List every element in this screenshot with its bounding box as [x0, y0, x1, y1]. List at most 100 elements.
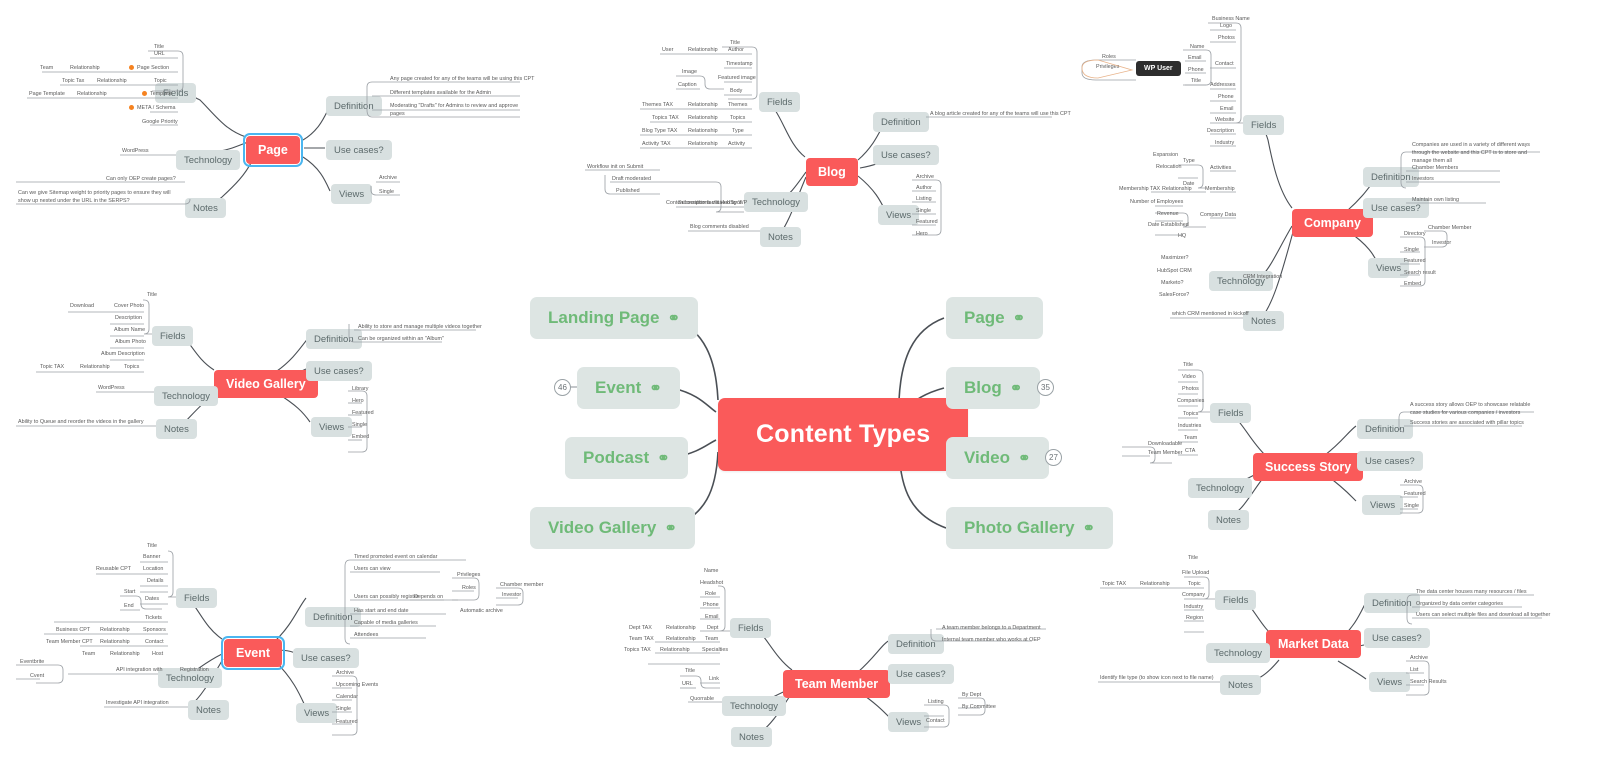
leaf-company-type-relocation[interactable]: Relocation	[1154, 164, 1183, 173]
leaf-md-field-0[interactable]: Title	[1186, 555, 1200, 564]
branch-page-usecases[interactable]: Use cases?	[326, 140, 392, 160]
leaf-tm-link-title[interactable]: Title	[683, 668, 697, 677]
leaf-company-field-2[interactable]: Photos	[1216, 35, 1237, 44]
leaf-tm-link-url[interactable]: URL	[680, 681, 695, 690]
leaf-ss-cta-1[interactable]: Team Member	[1146, 450, 1184, 459]
leaf-company-field-10[interactable]: Activities	[1208, 165, 1233, 174]
leaf-blog-field-5[interactable]: Themes	[726, 102, 749, 111]
leaf-event-auto-archive[interactable]: Automatic archive	[458, 608, 505, 617]
leaf-event-field-8[interactable]: Host	[150, 651, 165, 660]
leaf-blog-tech-1[interactable]: Subscriptions via HubSpot	[676, 200, 743, 209]
leaf-tm-view-1[interactable]: Contact	[924, 718, 947, 727]
leaf-event-definition-1[interactable]: Users can view	[352, 566, 393, 575]
leaf-page-definition-2[interactable]: Moderating "Drafts" for Admins to review…	[388, 103, 523, 120]
branch-md-views[interactable]: Views	[1369, 672, 1411, 692]
leaf-blog-view-0[interactable]: Archive	[914, 174, 936, 183]
leaf-tm-field-7-src[interactable]: Topics TAX	[622, 647, 653, 656]
leaf-ss-field-2[interactable]: Photos	[1180, 386, 1201, 395]
leaf-blog-field-6[interactable]: Topics	[728, 115, 747, 124]
leaf-blog-view-2[interactable]: Listing	[914, 196, 934, 205]
branch-event-fields[interactable]: Fields	[176, 588, 218, 608]
leaf-ss-definition-1[interactable]: Success stories are associated with pill…	[1408, 420, 1526, 429]
leaf-md-view-2[interactable]: Search Results	[1408, 679, 1449, 688]
leaf-blog-field-7-src[interactable]: Blog Type TAX	[640, 128, 679, 137]
branch-md-notes[interactable]: Notes	[1220, 675, 1261, 695]
leaf-company-type-expansion[interactable]: Expansion	[1151, 152, 1180, 161]
cpt-node-event[interactable]: Event	[220, 636, 286, 670]
leaf-page-note-0[interactable]: Can only OEP create pages?	[104, 176, 178, 185]
main-topic-event[interactable]: Event ⚭	[577, 367, 680, 409]
leaf-event-definition-3[interactable]: Has start and end date	[352, 608, 411, 617]
leaf-event-note-0[interactable]: Investigate API integration	[104, 700, 171, 709]
leaf-md-field-1[interactable]: File Upload	[1180, 570, 1211, 579]
leaf-event-roles-child-1[interactable]: Investor	[500, 592, 523, 601]
leaf-page-field-2[interactable]: Page Section	[127, 65, 171, 74]
leaf-company-field-4[interactable]: Addresses	[1208, 82, 1237, 91]
leaf-ss-field-5[interactable]: Industries	[1176, 423, 1203, 432]
branch-event-usecases[interactable]: Use cases?	[293, 648, 359, 668]
cpt-node-blog[interactable]: Blog	[806, 158, 858, 186]
leaf-blog-field-1[interactable]: Author	[726, 47, 746, 56]
leaf-blog-field-2[interactable]: Timestamp	[724, 61, 754, 70]
leaf-event-field-8-src[interactable]: Team	[80, 651, 97, 660]
badge-event-count[interactable]: 46	[554, 379, 571, 396]
cpt-node-market-data[interactable]: Market Data	[1266, 630, 1361, 658]
leaf-vg-definition-0[interactable]: Ability to store and manage multiple vid…	[356, 324, 484, 333]
branch-blog-fields[interactable]: Fields	[759, 92, 801, 112]
leaf-event-field-2-src[interactable]: Reusable CPT	[94, 566, 133, 575]
leaf-company-crm-1[interactable]: HubSpot CRM	[1155, 268, 1194, 277]
leaf-event-field-1[interactable]: Banner	[141, 554, 162, 563]
leaf-blog-note-0[interactable]: Blog comments disabled	[688, 224, 751, 233]
leaf-blog-field-8[interactable]: Activity	[726, 141, 747, 150]
branch-ss-fields[interactable]: Fields	[1210, 403, 1252, 423]
leaf-md-field-2-src[interactable]: Topic TAX	[1100, 581, 1128, 590]
leaf-vg-view-2[interactable]: Featured	[350, 410, 376, 419]
leaf-company-field-8[interactable]: Description	[1205, 128, 1236, 137]
leaf-md-field-2[interactable]: Topic	[1186, 581, 1203, 590]
root-node[interactable]: Content Types	[718, 398, 969, 471]
leaf-event-view-3[interactable]: Single	[334, 706, 353, 715]
leaf-tm-view-0[interactable]: Listing	[926, 699, 946, 708]
branch-vg-technology[interactable]: Technology	[154, 386, 219, 406]
leaf-md-field-5[interactable]: Region	[1184, 615, 1205, 624]
leaf-company-usecase-0[interactable]: Maintain own listing	[1410, 197, 1461, 206]
leaf-blog-view-3[interactable]: Single	[914, 208, 933, 217]
leaf-vg-note-0[interactable]: Ability to Queue and reorder the videos …	[16, 419, 146, 428]
leaf-event-dates-start[interactable]: Start	[122, 589, 137, 598]
leaf-company-definition-0[interactable]: Companies are used in a variety of diffe…	[1410, 142, 1538, 166]
leaf-company-tech-0[interactable]: CRM Integration	[1241, 274, 1284, 283]
cpt-node-team-member[interactable]: Team Member	[783, 670, 891, 698]
leaf-blog-view-5[interactable]: Hero	[914, 231, 930, 240]
leaf-page-field-2-src[interactable]: Team	[38, 65, 55, 74]
leaf-vg-view-4[interactable]: Embed	[350, 434, 371, 443]
cpt-node-page[interactable]: Page	[243, 133, 303, 167]
branch-tm-usecases[interactable]: Use cases?	[888, 664, 954, 684]
leaf-vg-field-3[interactable]: Album Name	[112, 327, 147, 336]
leaf-event-view-0[interactable]: Archive	[334, 670, 356, 679]
badge-video-count[interactable]: 27	[1045, 449, 1062, 466]
leaf-company-data-0[interactable]: Number of Employees	[1128, 199, 1185, 208]
leaf-company-view-2[interactable]: Featured	[1402, 258, 1428, 267]
leaf-vg-field-6[interactable]: Topics	[122, 364, 141, 373]
leaf-company-view-4[interactable]: Embed	[1402, 281, 1423, 290]
leaf-vg-field-6-src[interactable]: Topic TAX	[38, 364, 66, 373]
leaf-event-view-1[interactable]: Upcoming Events	[334, 682, 380, 691]
branch-tm-views[interactable]: Views	[888, 712, 930, 732]
leaf-company-field-7[interactable]: Website	[1213, 117, 1236, 126]
leaf-ss-view-0[interactable]: Archive	[1402, 479, 1424, 488]
leaf-blog-definition-0[interactable]: A blog article created for any of the te…	[928, 111, 1073, 120]
leaf-company-field-1[interactable]: Logo	[1218, 23, 1234, 32]
leaf-event-definition-4[interactable]: Capable of media galleries	[352, 620, 420, 629]
leaf-tm-view-0-child-0[interactable]: By Dept	[960, 692, 983, 701]
leaf-event-tech-src-0[interactable]: Eventbrite	[18, 659, 46, 668]
branch-md-fields[interactable]: Fields	[1215, 590, 1257, 610]
leaf-page-field-5[interactable]: META / Schema	[127, 105, 178, 114]
leaf-md-field-3[interactable]: Company	[1180, 592, 1207, 601]
leaf-event-depends-on[interactable]: Depends on	[412, 594, 445, 603]
leaf-md-note-0[interactable]: Identify file type (to show icon next to…	[1098, 675, 1216, 684]
leaf-vg-definition-1[interactable]: Can be organized within an "Album"	[356, 336, 446, 345]
leaf-company-data-3[interactable]: HQ	[1176, 233, 1188, 242]
leaf-ss-field-0[interactable]: Title	[1181, 362, 1195, 371]
leaf-event-dates-end[interactable]: End	[122, 603, 136, 612]
leaf-vg-tech-0[interactable]: WordPress	[96, 385, 127, 394]
